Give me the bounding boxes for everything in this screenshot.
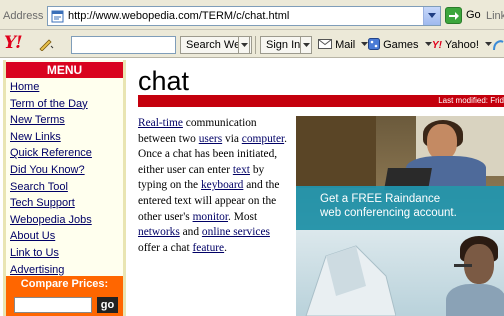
sign-in-dropdown[interactable] bbox=[300, 36, 312, 54]
link-text[interactable]: text bbox=[233, 164, 250, 176]
ad-person2-body bbox=[446, 284, 504, 316]
toolbar-separator bbox=[255, 36, 256, 54]
address-dropdown-button[interactable] bbox=[423, 7, 440, 25]
yahoo-small-icon: Y! bbox=[432, 40, 442, 51]
ad-headset-icon bbox=[454, 264, 472, 267]
search-web-dropdown[interactable] bbox=[238, 36, 250, 54]
mail-button[interactable]: Mail bbox=[318, 36, 369, 54]
menu-item-term-of-the-day[interactable]: Term of the Day bbox=[10, 96, 92, 113]
ad-bookshelf-image bbox=[296, 116, 376, 188]
chevron-down-icon bbox=[241, 43, 248, 47]
mail-label: Mail bbox=[335, 39, 356, 51]
menu-item-link-to-us[interactable]: Link to Us bbox=[10, 245, 92, 262]
link-computer[interactable]: computer bbox=[242, 133, 284, 145]
link-online-services[interactable]: online services bbox=[202, 226, 270, 238]
yahoo-search-input[interactable] bbox=[71, 36, 176, 54]
ad-text: Get a FREE Raindance web conferencing ac… bbox=[320, 192, 457, 220]
mail-icon bbox=[318, 39, 332, 49]
definition-text: Real-time communication between two user… bbox=[138, 116, 290, 256]
chevron-down-icon bbox=[303, 43, 310, 47]
pencil-icon[interactable] bbox=[38, 37, 54, 51]
menu-item-webopedia-jobs[interactable]: Webopedia Jobs bbox=[10, 212, 92, 229]
chevron-down-icon bbox=[484, 42, 492, 46]
ad-person-face bbox=[427, 124, 457, 160]
text-segment: . Most bbox=[228, 210, 258, 223]
menu-item-about-us[interactable]: About Us bbox=[10, 228, 92, 245]
ad-line-1: Get a FREE Raindance bbox=[320, 193, 441, 205]
compare-go-button[interactable]: go bbox=[97, 297, 118, 313]
go-button[interactable]: Go bbox=[445, 6, 481, 26]
menu-item-new-links[interactable]: New Links bbox=[10, 129, 92, 146]
address-label: Address bbox=[3, 10, 44, 22]
yahoo-button[interactable]: Y! Yahoo! bbox=[432, 36, 492, 54]
left-menu: MENU Home Term of the Day New Terms New … bbox=[3, 60, 126, 316]
address-url[interactable]: http://www.webopedia.com/TERM/c/chat.htm… bbox=[68, 10, 289, 22]
text-segment: and bbox=[179, 226, 202, 239]
link-real-time[interactable]: Real-time bbox=[138, 117, 183, 129]
chevron-down-icon bbox=[424, 42, 432, 46]
page-title: chat bbox=[138, 66, 190, 96]
text-segment: via bbox=[222, 132, 242, 145]
links-button[interactable]: Links bbox=[486, 10, 504, 22]
page-icon bbox=[51, 10, 64, 23]
compare-prices-input[interactable] bbox=[14, 297, 92, 313]
menu-links: Home Term of the Day New Terms New Links… bbox=[10, 79, 92, 278]
yahoo-toolbar: Y! Search Web Sign In Mail Games Y! Yaho… bbox=[0, 30, 504, 58]
title-bar: Last modified: Frid bbox=[138, 95, 504, 107]
ad-building-image bbox=[305, 245, 396, 316]
ad-banner: Get a FREE Raindance web conferencing ac… bbox=[296, 186, 504, 230]
address-field[interactable]: http://www.webopedia.com/TERM/c/chat.htm… bbox=[47, 6, 441, 26]
go-label: Go bbox=[466, 9, 481, 21]
last-modified: Last modified: Frid bbox=[438, 96, 504, 105]
address-bar: Address http://www.webopedia.com/TERM/c/… bbox=[0, 0, 504, 30]
text-segment: . bbox=[224, 241, 227, 254]
link-keyboard[interactable]: keyboard bbox=[201, 179, 243, 191]
menu-header: MENU bbox=[6, 62, 123, 78]
overflow-icon[interactable] bbox=[492, 38, 504, 52]
link-networks[interactable]: networks bbox=[138, 226, 180, 238]
link-users[interactable]: users bbox=[199, 133, 222, 145]
compare-prices-label: Compare Prices: bbox=[20, 278, 109, 290]
menu-item-search-tool[interactable]: Search Tool bbox=[10, 179, 92, 196]
games-label: Games bbox=[383, 39, 419, 51]
ad-line-2: web conferencing account. bbox=[320, 207, 457, 219]
raindance-ad[interactable]: Get a FREE Raindance web conferencing ac… bbox=[296, 116, 504, 316]
games-button[interactable]: Games bbox=[368, 36, 432, 54]
yahoo-logo[interactable]: Y! bbox=[4, 33, 23, 53]
yahoo-label: Yahoo! bbox=[444, 39, 479, 51]
link-feature[interactable]: feature bbox=[193, 242, 225, 254]
chevron-down-icon bbox=[428, 13, 436, 18]
menu-item-tech-support[interactable]: Tech Support bbox=[10, 195, 92, 212]
text-segment: offer a chat bbox=[138, 241, 193, 254]
menu-item-quick-reference[interactable]: Quick Reference bbox=[10, 145, 92, 162]
menu-item-home[interactable]: Home bbox=[10, 79, 92, 96]
menu-item-new-terms[interactable]: New Terms bbox=[10, 112, 92, 129]
link-monitor[interactable]: monitor bbox=[193, 211, 228, 223]
menu-item-did-you-know[interactable]: Did You Know? bbox=[10, 162, 92, 179]
compare-prices-box: Compare Prices: go bbox=[6, 276, 123, 316]
games-icon bbox=[368, 38, 380, 50]
go-arrow-icon bbox=[445, 7, 462, 24]
